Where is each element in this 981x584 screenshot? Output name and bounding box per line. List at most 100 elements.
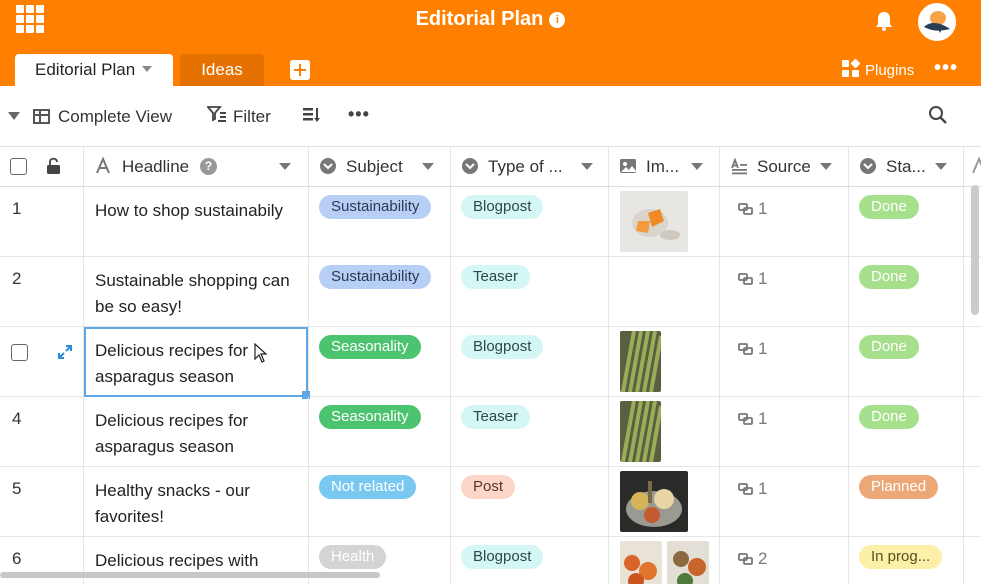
row-number: 1 (12, 199, 22, 218)
image-cell[interactable] (609, 537, 720, 584)
view-selector[interactable]: Complete View (33, 105, 172, 129)
image-cell[interactable] (609, 187, 720, 256)
status-cell[interactable]: Done (849, 327, 964, 396)
chevron-down-icon[interactable] (581, 163, 593, 170)
add-table-icon[interactable] (290, 60, 310, 80)
table-row[interactable]: 2 Sustainable shopping can be so easy! S… (0, 257, 981, 327)
subject-cell[interactable]: Sustainability (309, 187, 451, 256)
image-thumbnail[interactable] (667, 541, 709, 584)
bell-icon[interactable] (873, 10, 895, 32)
column-header-image[interactable]: Im... (609, 147, 720, 186)
app-header: Editorial Plan i Editorial Plan Ideas Plu… (0, 0, 981, 86)
status-badge: Done (859, 265, 919, 289)
status-cell[interactable]: Done (849, 397, 964, 466)
chevron-down-icon[interactable] (935, 163, 947, 170)
base-title-text: Editorial Plan (415, 8, 544, 30)
image-thumbnail[interactable] (620, 471, 688, 532)
expand-row-icon[interactable] (58, 345, 72, 359)
image-cell[interactable] (609, 327, 720, 396)
chevron-down-icon[interactable] (142, 66, 153, 72)
subject-cell[interactable]: Seasonality (309, 327, 451, 396)
collapse-toggle-icon[interactable] (8, 112, 20, 120)
table-row[interactable]: 4 Delicious recipes for asparagus season… (0, 397, 981, 467)
source-cell[interactable] (720, 187, 849, 256)
source-link[interactable]: 1 (738, 269, 767, 289)
source-cell[interactable] (720, 327, 849, 396)
column-header-source[interactable]: Source (720, 147, 849, 186)
headline-cell[interactable]: How to shop sustainabily (84, 187, 309, 256)
status-cell[interactable]: Done (849, 187, 964, 256)
subject-cell[interactable]: Seasonality (309, 397, 451, 466)
text-icon (972, 157, 981, 174)
chevron-down-icon[interactable] (691, 163, 703, 170)
headline-text: Sustainable shopping can be so easy! (95, 271, 290, 316)
column-header-status[interactable]: Sta... (849, 147, 964, 186)
source-count: 1 (758, 199, 768, 218)
column-header-headline[interactable]: Headline ? (84, 147, 309, 186)
unlock-icon[interactable] (46, 157, 61, 175)
horizontal-scrollbar[interactable] (0, 572, 380, 578)
avatar[interactable] (918, 3, 956, 41)
row-number: 5 (12, 479, 22, 498)
type-cell[interactable]: Teaser (451, 397, 609, 466)
vertical-scrollbar[interactable] (971, 185, 979, 315)
row-checkbox[interactable] (11, 344, 28, 361)
status-badge: In prog... (859, 545, 943, 569)
headline-cell[interactable]: Healthy snacks - our favorites! (84, 467, 309, 536)
headline-text: Healthy snacks - our favorites! (95, 481, 250, 526)
plugins-icon (842, 58, 861, 78)
table-row[interactable]: 1 How to shop sustainabily Sustainabilit… (0, 187, 981, 257)
sort-icon[interactable] (302, 106, 320, 124)
source-link[interactable]: 1 (738, 479, 767, 499)
status-cell[interactable]: Planned (849, 467, 964, 536)
source-link[interactable]: 1 (738, 339, 767, 359)
chevron-down-icon[interactable] (422, 163, 434, 170)
headline-cell[interactable]: Delicious recipes for asparagus season (84, 397, 309, 466)
source-link[interactable]: 1 (738, 199, 767, 219)
column-header-subject[interactable]: Subject (309, 147, 451, 186)
column-header-type[interactable]: Type of ... (451, 147, 609, 186)
type-pill: Blogpost (461, 545, 544, 569)
tab-editorial-plan[interactable]: Editorial Plan (15, 54, 173, 86)
source-cell[interactable] (720, 397, 849, 466)
source-link[interactable]: 1 (738, 409, 767, 429)
search-icon[interactable] (928, 105, 948, 125)
image-thumbnail[interactable] (620, 191, 688, 252)
status-cell[interactable]: In prog... (849, 537, 964, 584)
link-icon (738, 203, 753, 215)
chevron-down-icon[interactable] (820, 163, 832, 170)
source-link[interactable]: 2 (738, 549, 767, 569)
type-cell[interactable]: Blogpost (451, 537, 609, 584)
headline-cell[interactable]: Sustainable shopping can be so easy! (84, 257, 309, 326)
help-icon[interactable]: ? (200, 158, 217, 175)
image-thumbnail[interactable] (620, 401, 661, 462)
subject-cell[interactable]: Not related (309, 467, 451, 536)
subject-cell[interactable]: Sustainability (309, 257, 451, 326)
more-options-icon[interactable]: ••• (934, 58, 958, 78)
type-cell[interactable]: Blogpost (451, 187, 609, 256)
type-cell[interactable]: Teaser (451, 257, 609, 326)
image-cell[interactable] (609, 467, 720, 536)
image-cell[interactable] (609, 397, 720, 466)
filter-button[interactable]: Filter (206, 105, 271, 130)
image-thumbnail[interactable] (620, 541, 662, 584)
select-all-checkbox[interactable] (10, 158, 27, 175)
source-cell[interactable] (720, 467, 849, 536)
image-thumbnail[interactable] (620, 331, 661, 392)
type-cell[interactable]: Post (451, 467, 609, 536)
plugins-button[interactable]: Plugins (842, 58, 915, 81)
table-row[interactable]: Delicious recipes for asparagus season S… (0, 327, 981, 399)
chevron-down-icon[interactable] (279, 163, 291, 170)
cell-selection-outline (84, 327, 308, 397)
filter-icon (206, 106, 227, 130)
image-cell[interactable] (609, 257, 720, 326)
table-row[interactable]: 5 Healthy snacks - our favorites! Not re… (0, 467, 981, 537)
info-icon[interactable]: i (549, 12, 566, 28)
plugins-label: Plugins (865, 62, 915, 79)
tab-ideas[interactable]: Ideas (180, 54, 264, 86)
status-cell[interactable]: Done (849, 257, 964, 326)
toolbar-more-icon[interactable]: ••• (348, 104, 370, 125)
type-cell[interactable]: Blogpost (451, 327, 609, 396)
row-index-cell (0, 327, 84, 396)
source-cell[interactable] (720, 257, 849, 326)
